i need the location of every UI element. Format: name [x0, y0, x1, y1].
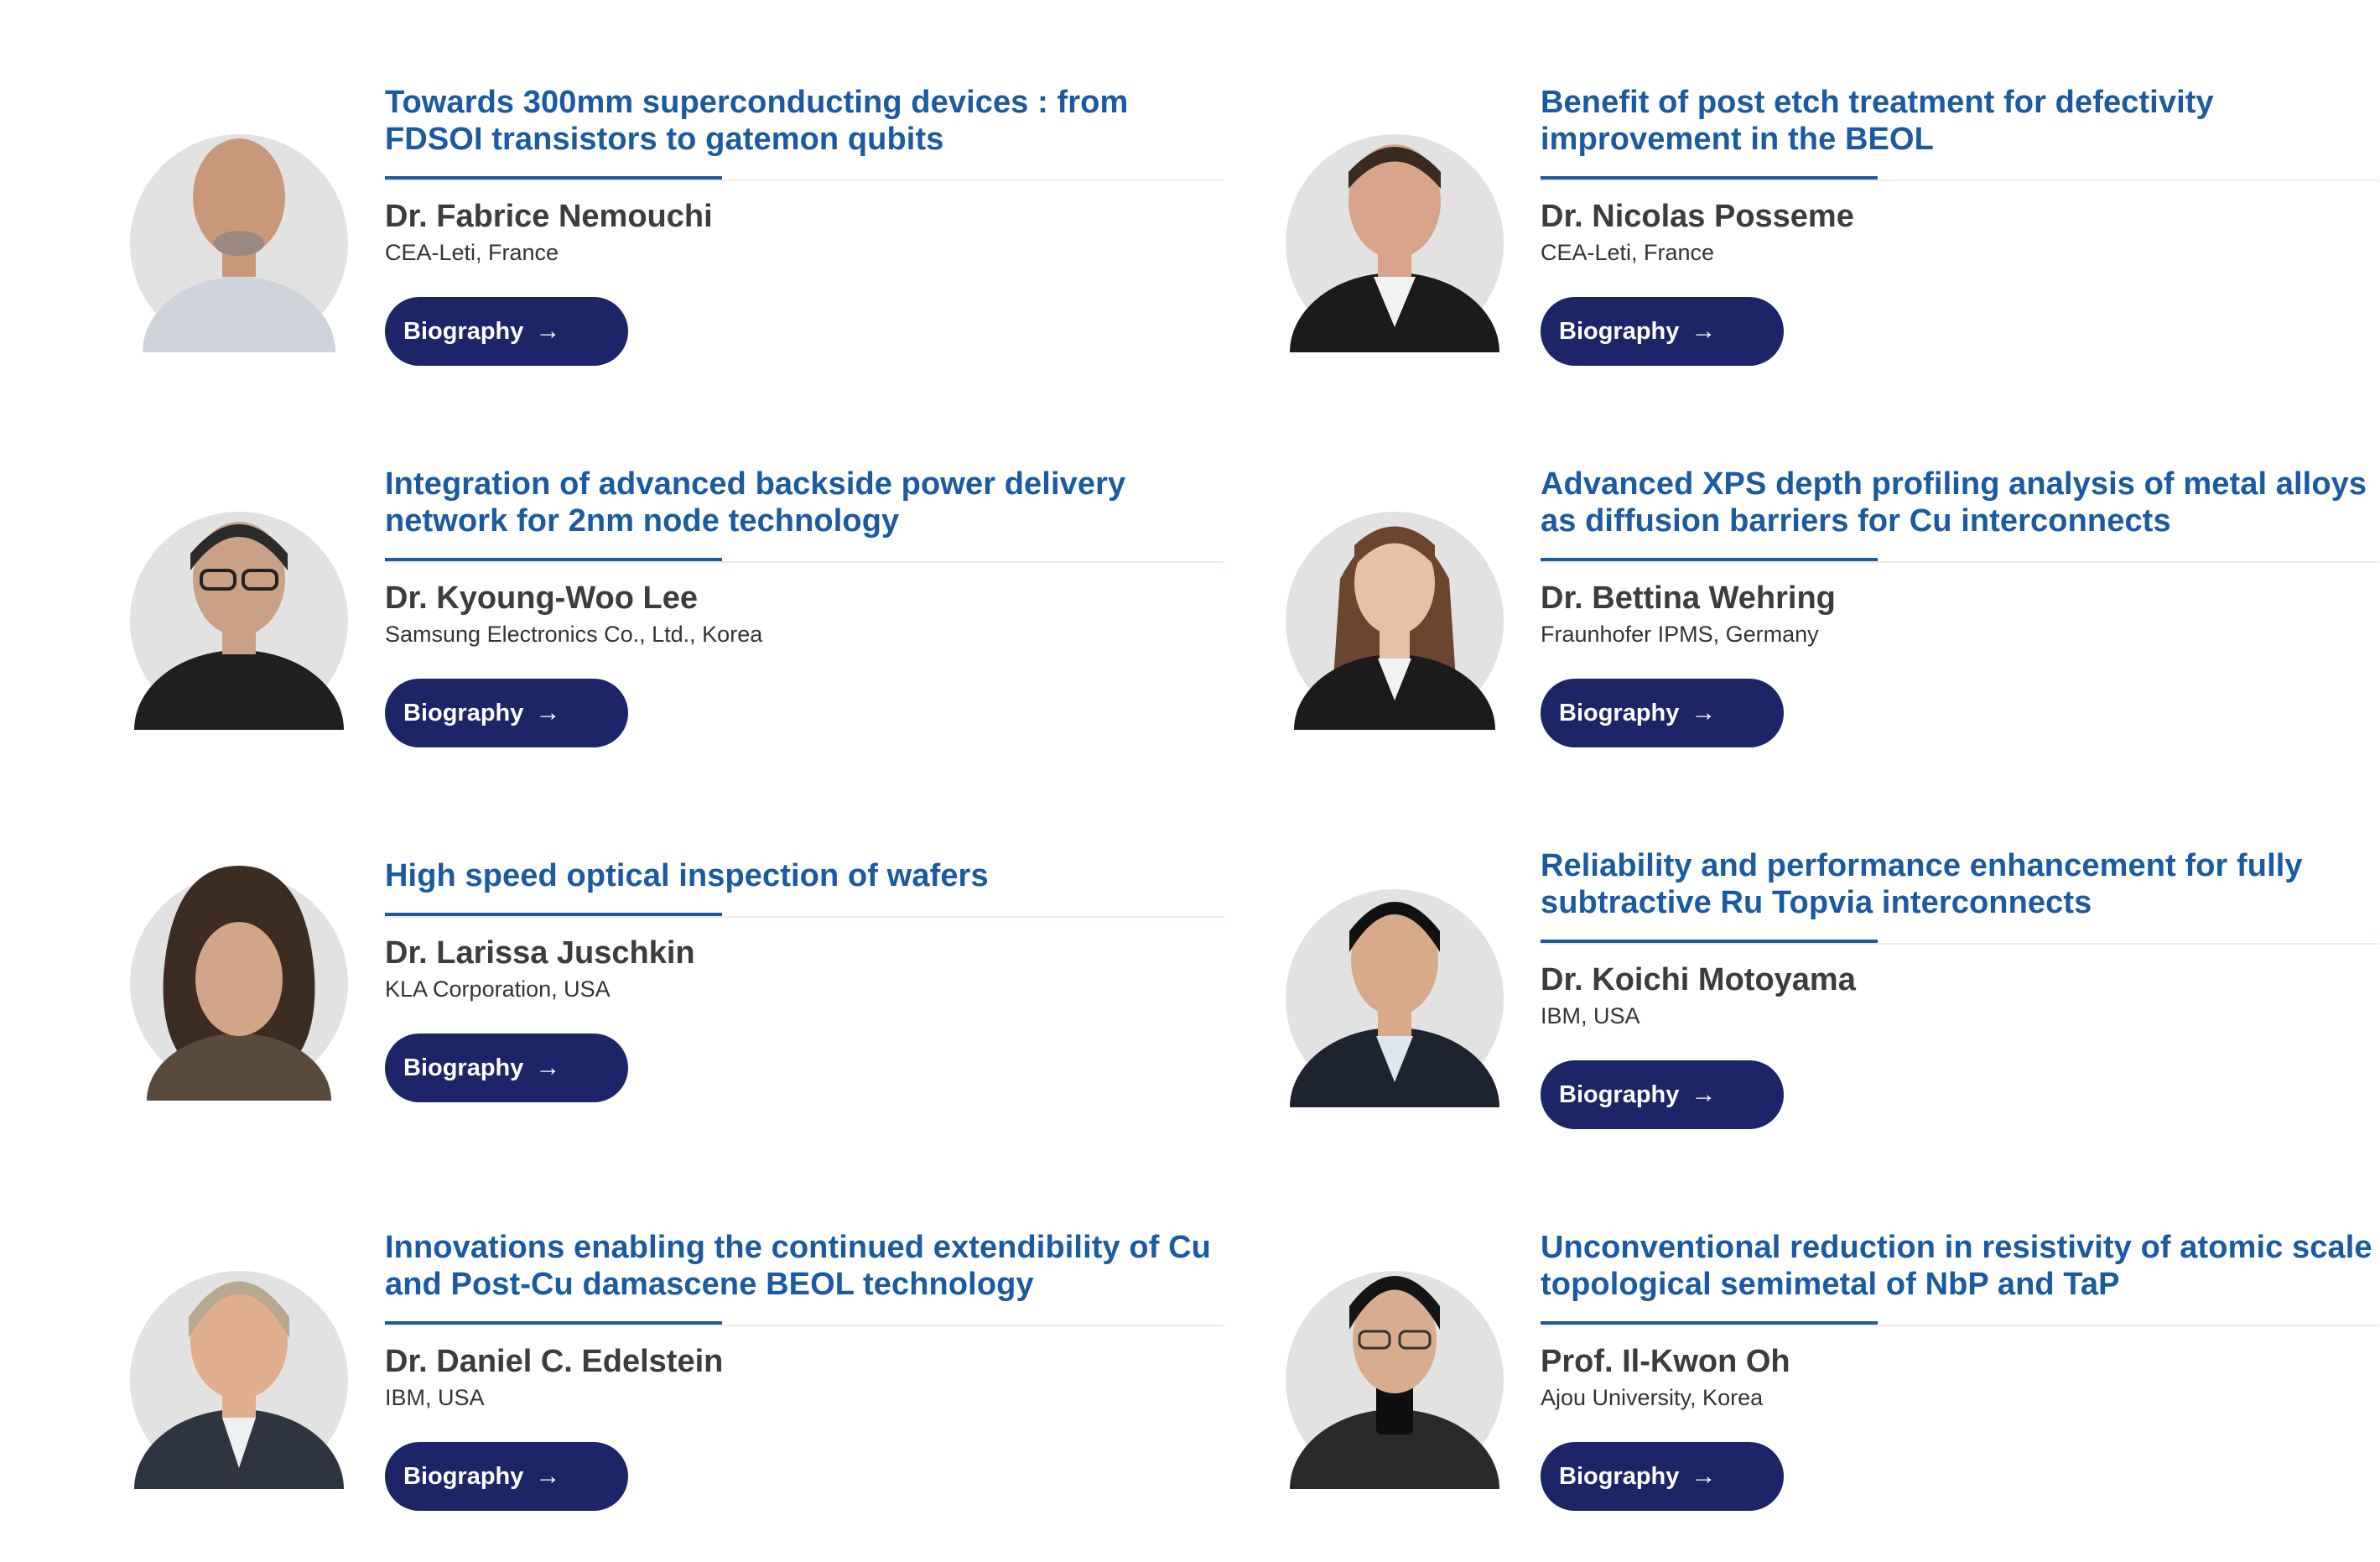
biography-button[interactable]: Biography → [385, 1442, 628, 1511]
speaker-name: Dr. Kyoung-Woo Lee [385, 581, 698, 616]
divider [1541, 940, 2379, 945]
speaker-photo [130, 109, 348, 352]
biography-button[interactable]: Biography → [385, 1034, 628, 1102]
biography-button[interactable]: Biography → [385, 297, 628, 366]
speaker-affiliation: KLA Corporation, USA [385, 976, 611, 1002]
biography-label: Biography [403, 1054, 524, 1081]
speaker-photo [130, 1246, 348, 1489]
arrow-right-icon: → [535, 1054, 561, 1081]
speaker-name: Dr. Larissa Juschkin [385, 935, 695, 971]
divider [1541, 558, 2379, 563]
biography-label: Biography [1559, 699, 1680, 726]
biography-label: Biography [1559, 1462, 1680, 1490]
talk-title: Advanced XPS depth profiling analysis of… [1541, 466, 2367, 539]
divider [385, 558, 1224, 563]
arrow-right-icon: → [1691, 1080, 1717, 1108]
speaker-name: Prof. Il-Kwon Oh [1541, 1344, 1790, 1379]
divider [385, 913, 1224, 918]
speaker-affiliation: IBM, USA [385, 1385, 485, 1410]
speaker-name: Dr. Daniel C. Edelstein [385, 1344, 724, 1379]
divider [385, 176, 1224, 181]
speaker-name: Dr. Bettina Wehring [1541, 581, 1836, 616]
speaker-card: Unconventional reduction in resistivity … [1286, 1229, 2379, 1531]
speaker-photo [1286, 1246, 1504, 1489]
speaker-name: Dr. Nicolas Posseme [1541, 199, 1854, 234]
speaker-info: Towards 300mm superconducting devices : … [385, 84, 1224, 366]
speaker-info: Benefit of post etch treatment for defec… [1541, 84, 2379, 366]
speaker-card: Integration of advanced backside power d… [130, 466, 1224, 768]
biography-label: Biography [1559, 317, 1680, 345]
talk-title: Unconventional reduction in resistivity … [1541, 1230, 2372, 1302]
divider [385, 1321, 1224, 1326]
arrow-right-icon: → [535, 1462, 561, 1490]
biography-label: Biography [403, 317, 524, 345]
biography-button[interactable]: Biography → [385, 679, 628, 747]
arrow-right-icon: → [1691, 699, 1717, 726]
biography-button[interactable]: Biography → [1541, 1442, 1784, 1511]
speaker-card: Advanced XPS depth profiling analysis of… [1286, 466, 2379, 768]
biography-label: Biography [403, 1462, 524, 1490]
arrow-right-icon: → [1691, 317, 1717, 345]
talk-title: Towards 300mm superconducting devices : … [385, 85, 1129, 157]
biography-button[interactable]: Biography → [1541, 1060, 1784, 1129]
speaker-name: Dr. Koichi Motoyama [1541, 962, 1856, 997]
speaker-info: Integration of advanced backside power d… [385, 466, 1224, 747]
biography-label: Biography [1559, 1080, 1680, 1108]
talk-title: Integration of advanced backside power d… [385, 466, 1126, 539]
talk-title: Benefit of post etch treatment for defec… [1541, 85, 2214, 157]
divider [1541, 1321, 2379, 1326]
biography-button[interactable]: Biography → [1541, 297, 1784, 366]
speaker-card: Innovations enabling the continued exten… [130, 1229, 1224, 1531]
speaker-card: Benefit of post etch treatment for defec… [1286, 84, 2379, 386]
speaker-info: Innovations enabling the continued exten… [385, 1229, 1224, 1511]
arrow-right-icon: → [535, 699, 561, 726]
speaker-photo [130, 487, 348, 730]
speaker-card: Towards 300mm superconducting devices : … [130, 84, 1224, 386]
arrow-right-icon: → [1691, 1462, 1717, 1490]
speaker-info: Advanced XPS depth profiling analysis of… [1541, 466, 2379, 747]
speaker-photo [1286, 109, 1504, 352]
speaker-info: High speed optical inspection of wafers … [385, 857, 1224, 1102]
speaker-info: Unconventional reduction in resistivity … [1541, 1229, 2379, 1511]
speaker-affiliation: IBM, USA [1541, 1003, 1640, 1028]
speaker-info: Reliability and performance enhancement … [1541, 847, 2379, 1129]
talk-title: Reliability and performance enhancement … [1541, 848, 2303, 920]
speaker-photo [1286, 864, 1504, 1107]
speaker-photo [1286, 487, 1504, 730]
speaker-affiliation: Ajou University, Korea [1541, 1385, 1764, 1410]
talk-title: High speed optical inspection of wafers [385, 858, 989, 893]
speaker-affiliation: CEA-Leti, France [385, 240, 559, 265]
speaker-card: High speed optical inspection of wafers … [130, 857, 1224, 1159]
speaker-photo [130, 857, 348, 1101]
speaker-name: Dr. Fabrice Nemouchi [385, 199, 713, 234]
biography-button[interactable]: Biography → [1541, 679, 1784, 747]
speaker-card: Reliability and performance enhancement … [1286, 847, 2379, 1149]
speaker-affiliation: CEA-Leti, France [1541, 240, 1715, 265]
arrow-right-icon: → [535, 317, 561, 345]
divider [1541, 176, 2379, 181]
speaker-affiliation: Fraunhofer IPMS, Germany [1541, 622, 1819, 647]
talk-title: Innovations enabling the continued exten… [385, 1230, 1211, 1302]
speaker-affiliation: Samsung Electronics Co., Ltd., Korea [385, 622, 763, 647]
biography-label: Biography [403, 699, 524, 726]
